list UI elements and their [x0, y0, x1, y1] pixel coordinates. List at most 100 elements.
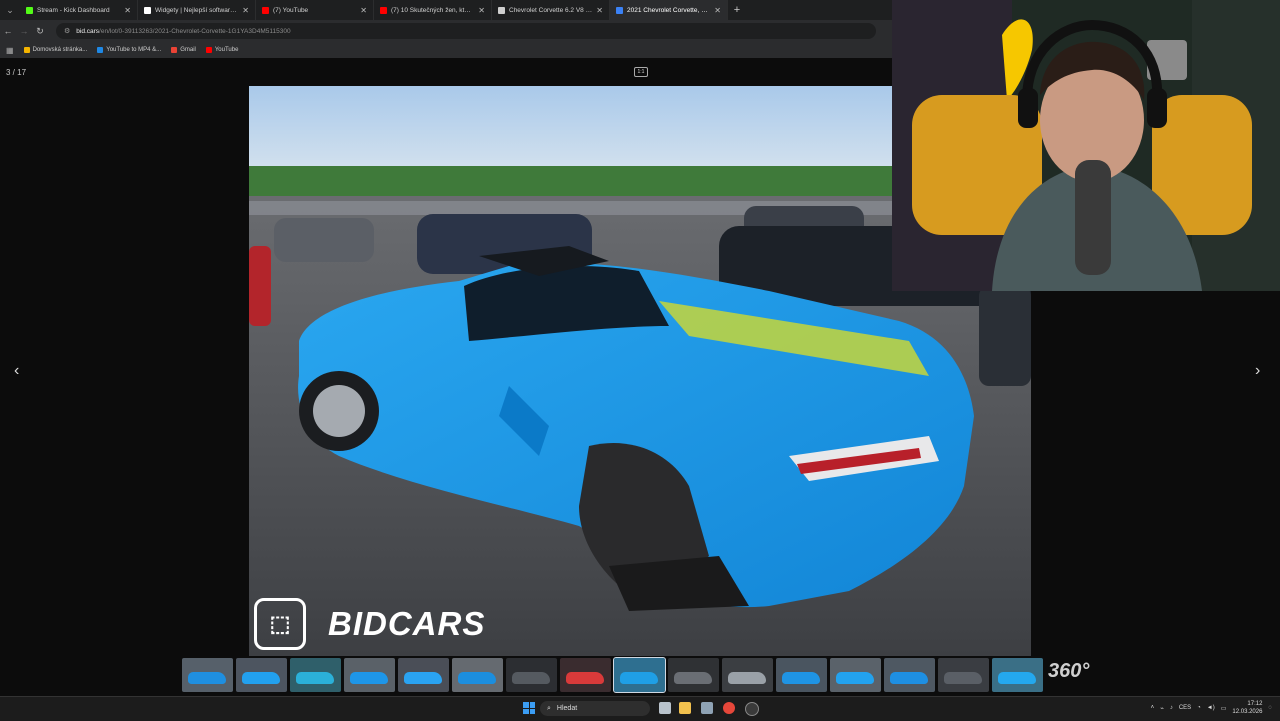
navigation-bar: ← → ↻ ⚙ bid.cars/en/lot/0-39113263/2021-…: [0, 20, 892, 42]
back-icon[interactable]: ←: [0, 26, 16, 36]
photo-thumbnail[interactable]: [290, 658, 341, 692]
widgety-icon: [144, 6, 151, 14]
task-view-icon[interactable]: [659, 702, 671, 714]
bookmark-youtube[interactable]: YouTube: [205, 47, 239, 53]
chevron-left-icon[interactable]: ‹: [14, 362, 19, 380]
photo-thumbnail[interactable]: [938, 658, 989, 692]
thumbnail-car-shape: [242, 672, 280, 684]
chevron-up-icon[interactable]: ˄: [1151, 705, 1155, 711]
photo-thumbnail[interactable]: [452, 658, 503, 692]
notification-bell-icon[interactable]: ◌: [1268, 705, 1272, 711]
search-icon: ⌕: [547, 704, 551, 712]
input-language[interactable]: CES: [1179, 705, 1191, 711]
photo-thumbnail[interactable]: [830, 658, 881, 692]
streamer-webcam: [892, 0, 1280, 291]
chrome-icon[interactable]: [723, 702, 735, 714]
tab-kick-dashboard[interactable]: Stream - Kick Dashboard ✕: [20, 0, 138, 20]
photo-thumbnail[interactable]: [560, 658, 611, 692]
tab-corvette-listing[interactable]: Chevrolet Corvette 6.2 V8 Sting ✕: [492, 0, 610, 20]
close-tab-icon[interactable]: ✕: [242, 6, 249, 15]
close-tab-icon[interactable]: ✕: [596, 6, 603, 15]
close-tab-icon[interactable]: ✕: [478, 6, 485, 15]
tab-title: Chevrolet Corvette 6.2 V8 Sting: [509, 6, 593, 14]
chevron-right-icon[interactable]: ›: [1255, 362, 1260, 380]
windows-start-icon[interactable]: [523, 702, 535, 714]
tab-title: 2021 Chevrolet Corvette, Sting: [627, 6, 711, 14]
tab-strip: ⌄ Stream - Kick Dashboard ✕ Widgety | Ne…: [0, 0, 892, 20]
thumbnail-strip: [182, 657, 1046, 694]
tab-title: (7) 10 Skutečných žen, které js: [391, 6, 475, 14]
thumbnail-car-shape: [188, 672, 226, 684]
thumbnail-car-shape: [782, 672, 820, 684]
bookmark-youtube-mp4[interactable]: YouTube to MP4 &...: [97, 47, 161, 53]
clock-date: 12.03.2026: [1232, 709, 1263, 715]
store-icon[interactable]: [701, 702, 713, 714]
tab-bidcars-active[interactable]: 2021 Chevrolet Corvette, Sting ✕: [610, 0, 728, 20]
tab-title: (7) YouTube: [273, 6, 309, 14]
thumbnail-car-shape: [890, 672, 928, 684]
photo-thumbnail[interactable]: [722, 658, 773, 692]
tab-widgety[interactable]: Widgety | Nejlepší software pro ✕: [138, 0, 256, 20]
tab-search-menu-icon[interactable]: ⌄: [0, 0, 20, 20]
obs-icon[interactable]: [745, 702, 759, 716]
new-tab-button[interactable]: +: [728, 4, 746, 16]
webcam-image: [892, 0, 1280, 291]
microphone-icon[interactable]: ♪: [1170, 705, 1173, 711]
tab-title: Widgety | Nejlepší software pro: [155, 6, 239, 14]
photo-thumbnail[interactable]: [668, 658, 719, 692]
youtube-icon: [262, 6, 269, 14]
file-explorer-icon[interactable]: [679, 702, 691, 714]
url-path: /en/lot/0-39113263/2021-Chevrolet-Corvet…: [99, 27, 291, 35]
bidcars-icon: [616, 6, 623, 14]
apps-grid-icon[interactable]: ▦: [6, 46, 14, 55]
thumbnail-car-shape: [566, 672, 604, 684]
volume-icon[interactable]: ◄): [1207, 705, 1215, 711]
photo-thumbnail[interactable]: [884, 658, 935, 692]
photo-thumbnail[interactable]: [398, 658, 449, 692]
thumbnail-car-shape: [296, 672, 334, 684]
bookmarks-bar: ▦ Domovská stránka... YouTube to MP4 &..…: [0, 42, 892, 59]
view-360-button[interactable]: 360°: [1048, 660, 1089, 683]
close-tab-icon[interactable]: ✕: [124, 6, 131, 15]
thumbnail-car-shape: [944, 672, 982, 684]
photo-thumbnail[interactable]: [613, 657, 666, 693]
bookmark-label: Domovská stránka...: [32, 47, 88, 53]
network-app-icon[interactable]: ⌁: [1160, 705, 1164, 712]
thumbnail-car-shape: [350, 672, 388, 684]
thumbnail-car-shape: [404, 672, 442, 684]
site-info-icon[interactable]: ⚙: [64, 27, 70, 35]
photo-thumbnail[interactable]: [992, 658, 1043, 692]
reload-icon[interactable]: ↻: [32, 26, 48, 37]
wifi-icon[interactable]: ◔: [1197, 705, 1201, 711]
image-counter: 3 / 17: [6, 68, 27, 77]
photo-thumbnail[interactable]: [776, 658, 827, 692]
photo-thumbnail[interactable]: [182, 658, 233, 692]
windows-taskbar: ⌕ Hledat ˄ ⌁ ♪ CES ◔ ◄) ▭ 17:12 12.03.20…: [0, 696, 1280, 721]
converter-icon: [97, 47, 104, 53]
taskbar-search[interactable]: ⌕ Hledat: [540, 701, 650, 716]
url-domain: bid.cars: [76, 27, 100, 35]
thumbnail-car-shape: [836, 672, 874, 684]
thumbnail-car-shape: [458, 672, 496, 684]
close-tab-icon[interactable]: ✕: [360, 6, 367, 15]
watermark-text: BIDCARS: [328, 605, 486, 642]
kick-icon: [26, 6, 33, 14]
close-tab-icon[interactable]: ✕: [714, 6, 721, 15]
thumbnail-car-shape: [998, 672, 1036, 684]
tab-youtube[interactable]: (7) YouTube ✕: [256, 0, 374, 20]
battery-icon[interactable]: ▭: [1221, 705, 1227, 712]
bidcars-logo-icon: ⬚: [254, 598, 306, 650]
bookmark-label: Gmail: [180, 47, 196, 53]
bookmark-label: YouTube: [214, 47, 239, 53]
photo-thumbnail[interactable]: [344, 658, 395, 692]
thumbnail-car-shape: [620, 672, 658, 684]
forward-icon[interactable]: →: [16, 26, 32, 36]
bookmark-gmail[interactable]: Gmail: [171, 47, 196, 53]
photo-thumbnail[interactable]: [506, 658, 557, 692]
photo-thumbnail[interactable]: [236, 658, 287, 692]
address-bar[interactable]: ⚙ bid.cars/en/lot/0-39113263/2021-Chevro…: [56, 23, 876, 39]
bookmark-home[interactable]: Domovská stránka...: [23, 47, 88, 53]
actual-size-button[interactable]: 1:1: [634, 67, 648, 77]
clock[interactable]: 17:12 12.03.2026: [1232, 700, 1262, 716]
tab-youtube-video[interactable]: (7) 10 Skutečných žen, které js ✕: [374, 0, 492, 20]
